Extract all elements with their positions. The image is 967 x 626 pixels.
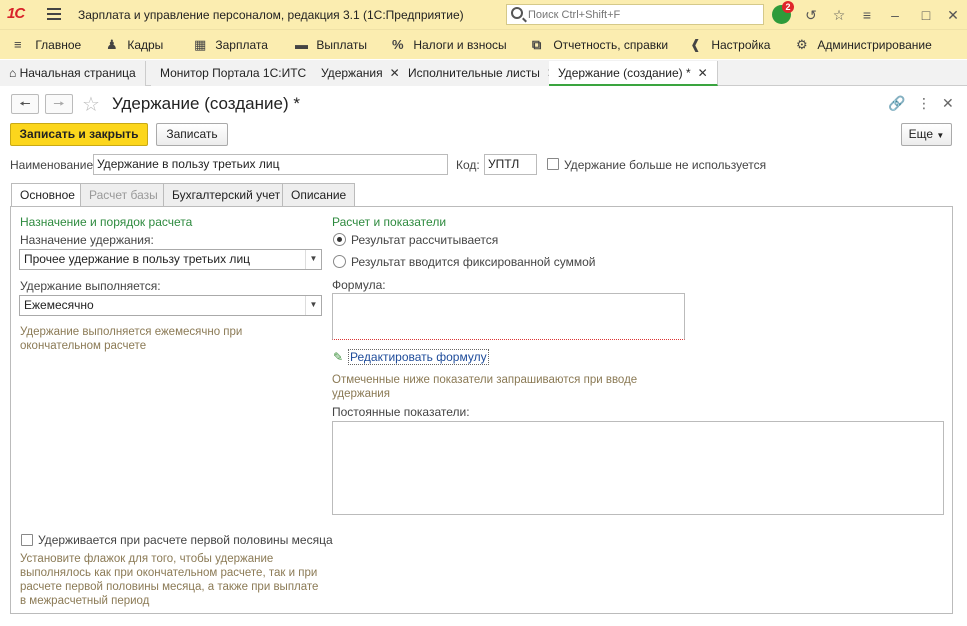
performed-select[interactable]: Ежемесячно ▼ <box>19 295 322 316</box>
code-field[interactable]: УПТЛ <box>484 154 537 175</box>
dropdown-arrow-icon[interactable]: ▼ <box>305 250 321 269</box>
home-icon: ⌂ <box>9 66 17 80</box>
name-field[interactable]: Удержание в пользу третьих лиц <box>93 154 448 175</box>
tab-deduction-create[interactable]: Удержание (создание) * ✕ <box>549 61 718 86</box>
minimize-icon[interactable]: – <box>886 6 904 24</box>
global-search[interactable] <box>506 4 764 25</box>
radio-calculated-label: Результат рассчитывается <box>351 233 499 247</box>
more-button[interactable]: Еще ▼ <box>901 123 952 146</box>
wallet-icon: ▬ <box>295 37 308 52</box>
tab-accounting[interactable]: Бухгалтерский учет <box>163 183 290 207</box>
tab-base-calculation[interactable]: Расчет базы <box>80 183 167 207</box>
percent-icon: % <box>392 37 404 52</box>
app-title: Зарплата и управление персоналом, редакц… <box>78 8 464 22</box>
more-actions-icon[interactable]: ⋮ <box>917 95 931 112</box>
menu-item-salary[interactable]: ▦ Зарплата <box>194 30 268 60</box>
purpose-label: Назначение удержания: <box>20 233 154 247</box>
wrench-icon: ❰ <box>690 37 701 52</box>
formula-field[interactable] <box>332 293 685 340</box>
first-half-label: Удерживается при расчете первой половины… <box>38 533 333 547</box>
dropdown-arrow-icon[interactable]: ▼ <box>305 296 321 315</box>
indicators-hint: Отмеченные ниже показатели запрашиваются… <box>332 374 638 400</box>
history-icon[interactable]: ↺ <box>802 6 820 24</box>
tab-deductions[interactable]: Удержания ✕ <box>312 61 410 86</box>
favorites-star-icon[interactable]: ☆ <box>830 6 848 24</box>
menu-item-taxes[interactable]: % Налоги и взносы <box>392 30 507 60</box>
menu-item-reports[interactable]: ⧉ Отчетность, справки <box>532 30 668 60</box>
formula-label: Формула: <box>332 278 386 292</box>
people-icon: ♟ <box>106 37 118 52</box>
not-used-label: Удержание больше не используется <box>564 158 767 172</box>
main-menu: ≡ Главное ♟ Кадры ▦ Зарплата ▬ Выплаты %… <box>0 29 967 59</box>
back-button[interactable]: 🠔 <box>11 94 39 114</box>
pencil-icon: ✎ <box>333 350 344 364</box>
first-half-hint: Установите флажок для того, чтобы удержа… <box>20 553 319 607</box>
tab-its-monitor[interactable]: Монитор Портала 1С:ИТС✕ <box>151 61 334 86</box>
tab-main[interactable]: Основное <box>11 183 84 208</box>
search-icon <box>511 7 523 19</box>
purpose-select[interactable]: Прочее удержание в пользу третьих лиц ▼ <box>19 249 322 270</box>
calculator-icon: ▦ <box>194 37 207 52</box>
forward-button[interactable]: 🠖 <box>45 94 73 114</box>
title-bar: 1С Зарплата и управление персоналом, ред… <box>0 0 967 29</box>
window-tabs-bar: ⌂ Начальная страница Монитор Портала 1С:… <box>0 60 967 86</box>
close-form-icon[interactable]: ✕ <box>942 95 954 112</box>
gear-icon: ⚙ <box>796 37 808 52</box>
tab-description[interactable]: Описание <box>282 183 356 207</box>
menu-icon: ≡ <box>14 37 22 52</box>
menu-item-administration[interactable]: ⚙ Администрирование <box>796 30 932 60</box>
save-and-close-button[interactable]: Записать и закрыть <box>10 123 148 146</box>
section-calculation-title: Расчет и показатели <box>332 215 447 229</box>
hamburger-menu-icon[interactable] <box>47 8 61 20</box>
tab-writs[interactable]: Исполнительные листы✕ <box>399 61 567 86</box>
tab-home-page[interactable]: ⌂ Начальная страница <box>0 61 146 86</box>
favorite-star-icon[interactable]: ☆ <box>82 92 100 117</box>
form-title: Удержание (создание) * <box>112 94 300 113</box>
close-window-icon[interactable]: ✕ <box>944 6 962 24</box>
menu-item-settings[interactable]: ❰ Настройка <box>690 30 770 60</box>
reports-icon: ⧉ <box>532 37 542 52</box>
search-input[interactable] <box>526 6 756 23</box>
menu-item-main[interactable]: ≡ Главное <box>14 30 81 60</box>
code-label: Код: <box>456 158 480 172</box>
app-logo: 1С <box>7 5 25 22</box>
maximize-icon[interactable]: □ <box>917 6 935 24</box>
save-button[interactable]: Записать <box>156 123 228 146</box>
chevron-down-icon: ▼ <box>936 131 945 140</box>
not-used-checkbox[interactable] <box>547 158 559 170</box>
constant-indicators-list[interactable] <box>332 421 944 515</box>
name-label: Наименование: <box>10 158 97 172</box>
first-half-checkbox[interactable] <box>21 534 33 546</box>
performed-label: Удержание выполняется: <box>20 279 161 293</box>
menu-item-hr[interactable]: ♟ Кадры <box>106 30 163 60</box>
performed-hint: Удержание выполняется ежемесячно при око… <box>20 326 243 352</box>
menu-item-payments[interactable]: ▬ Выплаты <box>295 30 367 60</box>
radio-fixed-label: Результат вводится фиксированной суммой <box>351 255 596 269</box>
radio-calculated[interactable] <box>333 233 346 246</box>
link-icon[interactable]: 🔗 <box>888 95 905 112</box>
section-purpose-title: Назначение и порядок расчета <box>20 215 193 229</box>
notifications-badge: 2 <box>782 1 794 13</box>
edit-formula-link[interactable]: Редактировать формулу <box>348 349 489 365</box>
settings-menu-icon[interactable]: ≡ <box>858 6 876 24</box>
close-tab-icon[interactable]: ✕ <box>698 66 708 80</box>
radio-fixed[interactable] <box>333 255 346 268</box>
constant-indicators-label: Постоянные показатели: <box>332 405 470 419</box>
